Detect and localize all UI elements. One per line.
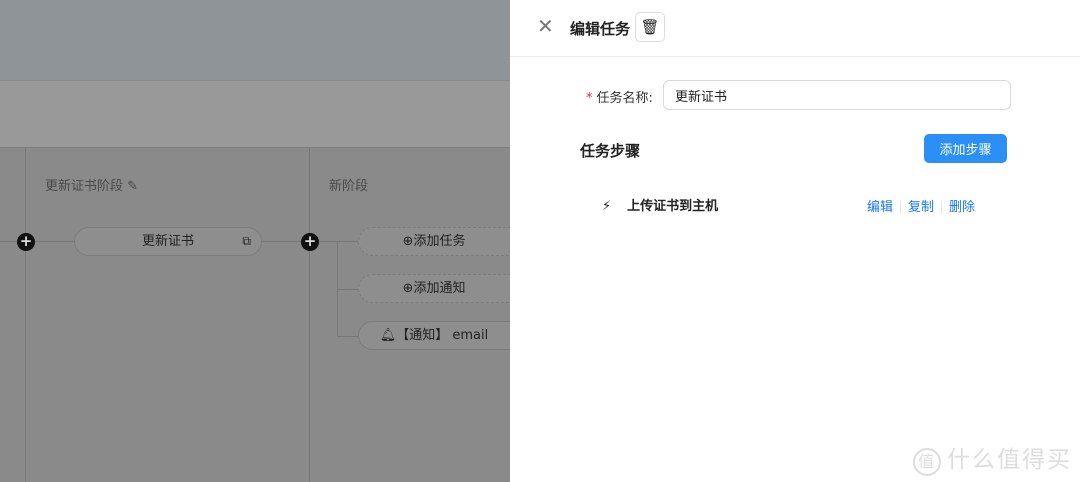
connector xyxy=(337,336,358,337)
stage-divider xyxy=(309,148,310,482)
edit-step-link[interactable]: 编辑 xyxy=(867,200,893,215)
trash-icon: 🗑︎ xyxy=(640,18,660,36)
task-name-label: * 任务名称: xyxy=(586,91,653,106)
step-item: ⚡︎ 上传证书到主机 xyxy=(602,199,719,214)
edit-icon[interactable]: ✎ xyxy=(127,179,138,194)
copy-step-link[interactable]: 复制 xyxy=(908,200,934,215)
step-actions: 编辑 复制 删除 xyxy=(867,196,975,215)
bell-icon: 🔔︎ xyxy=(379,328,397,343)
add-stage-button[interactable]: + xyxy=(17,233,35,251)
drawer-header: ✕ 编辑任务 🗑︎ xyxy=(510,0,1080,57)
edit-task-drawer: ✕ 编辑任务 🗑︎ *任务名称: 任务步骤 添加步骤 ⚡︎上传证书到主机 编辑复… xyxy=(510,0,1080,482)
stage-title[interactable]: 新阶段 xyxy=(329,175,368,194)
plus-circle-icon: ⊕ xyxy=(402,281,414,296)
stage-divider xyxy=(25,148,26,482)
task-name-input[interactable] xyxy=(663,80,1011,110)
drawer-title: 编辑任务 xyxy=(570,20,631,38)
add-task-button[interactable]: ⊕添加任务 xyxy=(358,227,528,256)
delete-step-link[interactable]: 删除 xyxy=(949,200,975,215)
close-icon[interactable]: ✕ xyxy=(537,14,554,38)
add-stage-button[interactable]: + xyxy=(301,233,319,251)
watermark-logo: 值什么值得买 xyxy=(913,440,1072,476)
task-card[interactable]: 更新证书 ⧉ xyxy=(74,227,262,256)
connector xyxy=(337,289,358,290)
plus-circle-icon: ⊕ xyxy=(402,234,414,249)
notice-card[interactable]: 🔔︎【通知】 email xyxy=(358,321,528,350)
connector xyxy=(0,241,74,242)
delete-task-button[interactable]: 🗑︎ xyxy=(635,12,665,42)
add-notice-button[interactable]: ⊕添加通知 xyxy=(358,274,528,303)
header-area xyxy=(0,0,510,80)
toolbar-band xyxy=(0,80,510,148)
steps-title: 任务步骤 xyxy=(580,142,641,160)
workflow-canvas xyxy=(0,148,510,482)
add-step-button[interactable]: 添加步骤 xyxy=(924,134,1007,163)
copy-icon[interactable]: ⧉ xyxy=(242,228,251,255)
lightning-icon: ⚡︎ xyxy=(602,199,612,214)
stage-title[interactable]: 更新证书阶段 ✎ xyxy=(45,175,138,194)
